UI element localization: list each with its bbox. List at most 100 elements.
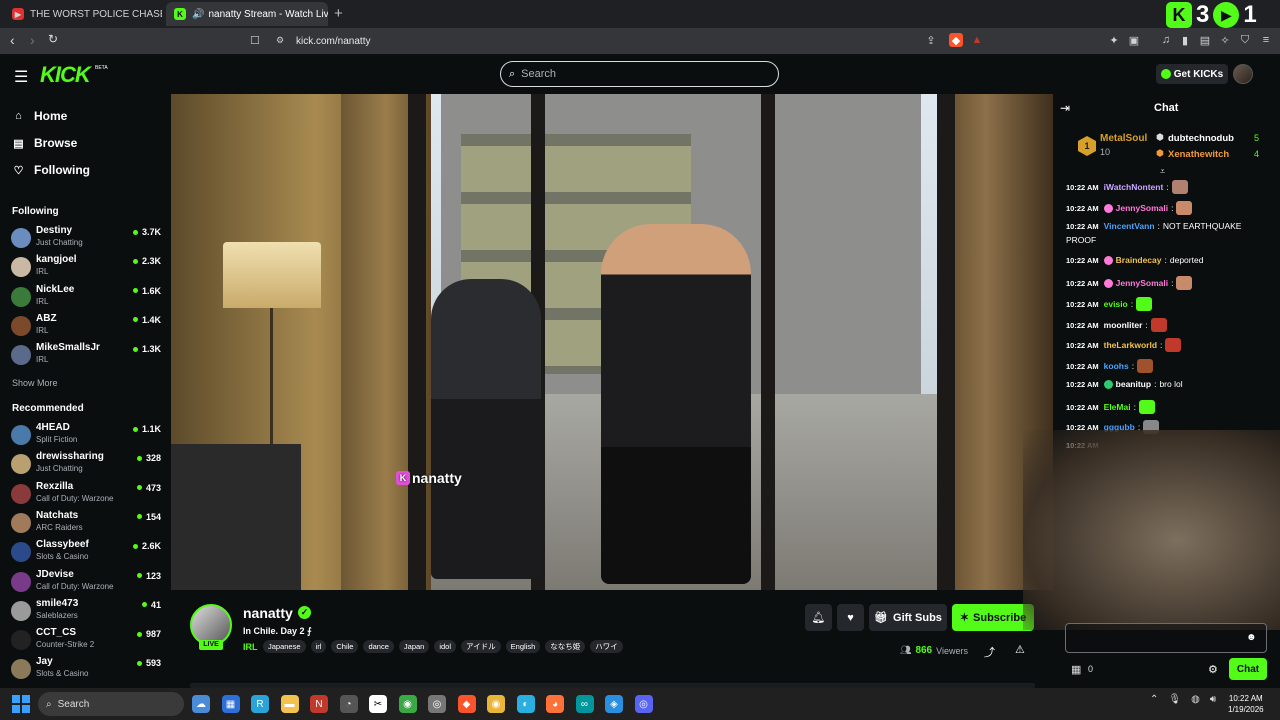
wallet-icon[interactable]: ▤ bbox=[1198, 33, 1212, 47]
stream-category[interactable]: IRL bbox=[243, 642, 258, 652]
network-icon[interactable]: ◍ bbox=[1191, 694, 1200, 705]
address-bar[interactable]: ☐ ⚙ kick.com/nanatty bbox=[242, 30, 990, 52]
stream-tag[interactable]: Chile bbox=[331, 640, 359, 653]
tray-chevron-icon[interactable]: ⌃ bbox=[1150, 694, 1158, 705]
leader-name[interactable]: Xenathewitch bbox=[1168, 149, 1229, 160]
windows-start-icon[interactable] bbox=[12, 695, 30, 713]
chat-username[interactable]: moonliter bbox=[1104, 320, 1143, 330]
follow-button[interactable]: ♥ bbox=[837, 604, 864, 631]
taskbar-clock[interactable]: 10:22 AM 1/19/2026 bbox=[1228, 693, 1264, 715]
get-kicks-button[interactable]: Get KICKs bbox=[1156, 64, 1228, 84]
microphone-icon[interactable]: 🎙︎ bbox=[1168, 694, 1181, 705]
chat-username[interactable]: koohs bbox=[1104, 361, 1129, 371]
streamer-name[interactable]: nanatty bbox=[243, 605, 293, 621]
chat-username[interactable]: JennySomali bbox=[1116, 203, 1168, 213]
bookmark-icon[interactable]: ☐ bbox=[250, 34, 260, 47]
extensions-icon[interactable]: ✦ bbox=[1107, 33, 1121, 47]
clock-app-icon[interactable]: ◔ bbox=[339, 695, 358, 713]
channel-row[interactable]: Destiny Just Chatting 3.7K bbox=[11, 225, 161, 254]
channel-row[interactable]: kangjoel IRL 2.3K bbox=[11, 254, 161, 283]
channel-row[interactable]: NickLee IRL 1.6K bbox=[11, 284, 161, 313]
stream-tag[interactable]: Japan bbox=[398, 640, 430, 653]
chat-input[interactable] bbox=[1065, 623, 1267, 653]
stream-tag[interactable]: idol bbox=[434, 640, 457, 653]
emote-picker-icon[interactable]: ☻ bbox=[1246, 632, 1257, 643]
stream-tag[interactable]: English bbox=[505, 640, 541, 653]
chat-username[interactable]: theLarkworld bbox=[1104, 340, 1157, 350]
chat-username[interactable]: EleMai bbox=[1104, 402, 1131, 412]
capcut-icon[interactable]: ✂ bbox=[369, 695, 387, 713]
folder-icon[interactable]: ▬ bbox=[280, 695, 299, 713]
widgets-icon[interactable]: ☁ bbox=[192, 695, 210, 713]
brave-rewards-icon[interactable]: ▲ bbox=[970, 33, 984, 47]
obs-icon[interactable]: ◎ bbox=[428, 695, 446, 713]
chat-username[interactable]: VincentVann bbox=[1104, 221, 1155, 231]
video-player[interactable] bbox=[171, 94, 1053, 590]
browser-tab-active[interactable]: K 🔊 nanatty Stream - Watch Live o ✕ bbox=[166, 2, 328, 26]
site-info-icon[interactable]: ⚙ bbox=[276, 35, 284, 46]
channel-row[interactable]: Rexzilla Call of Duty: Warzone 473 bbox=[11, 481, 161, 510]
edge-icon[interactable]: ◐ bbox=[516, 695, 535, 713]
chat-username[interactable]: iWatchNontent bbox=[1104, 182, 1164, 192]
chat-username[interactable]: Braindecay bbox=[1116, 255, 1162, 265]
leader-name[interactable]: MetalSoul bbox=[1100, 133, 1147, 144]
volume-icon[interactable]: 🔊︎ bbox=[1210, 694, 1216, 705]
sidebar-icon[interactable]: ▮ bbox=[1178, 33, 1192, 47]
collapse-chat-icon[interactable]: ⇥ bbox=[1060, 101, 1070, 115]
brave-shields-icon[interactable]: ◆ bbox=[949, 33, 963, 47]
report-icon[interactable]: ⚠ bbox=[1015, 643, 1025, 656]
channel-row[interactable]: smile473 Saleblazers 41 bbox=[11, 598, 161, 627]
chat-username[interactable]: evisio bbox=[1104, 299, 1128, 309]
sidebar-nav-home[interactable]: ⌂ Home bbox=[12, 109, 67, 123]
expand-leaderboard-icon[interactable]: ⩡ bbox=[1160, 166, 1165, 177]
channel-row[interactable]: 4HEAD Split Fiction 1.1K bbox=[11, 422, 161, 451]
search-input[interactable]: ⌕ Search bbox=[500, 61, 779, 87]
stream-tag[interactable]: ななち姫 bbox=[545, 640, 586, 653]
chat-send-button[interactable]: Chat bbox=[1229, 658, 1267, 680]
vscode-icon[interactable]: ◈ bbox=[605, 695, 623, 713]
leader-name[interactable]: dubtechnodub bbox=[1168, 133, 1234, 144]
channel-row[interactable]: drewissharing Just Chatting 328 bbox=[11, 451, 161, 480]
stream-tag[interactable]: irl bbox=[310, 640, 327, 653]
channel-row[interactable]: CCT_CS Counter-Strike 2 987 bbox=[11, 627, 161, 656]
stream-tag[interactable]: ハワイ bbox=[590, 640, 623, 653]
channel-row[interactable]: Jay Slots & Casino 593 bbox=[11, 656, 161, 685]
chrome-alt-icon[interactable]: ◉ bbox=[487, 695, 505, 713]
forward-icon[interactable]: › bbox=[30, 32, 35, 48]
chrome-icon[interactable]: ◉ bbox=[398, 695, 417, 713]
screenshot-icon[interactable]: ▣ bbox=[1127, 33, 1141, 47]
discord-icon[interactable]: ◎ bbox=[634, 695, 653, 713]
subscribe-button[interactable]: ✶ Subscribe bbox=[952, 604, 1034, 631]
channel-row[interactable]: ABZ IRL 1.4K bbox=[11, 313, 161, 342]
share-icon[interactable]: ⇪ bbox=[924, 33, 938, 47]
hamburger-menu-icon[interactable]: ☰ bbox=[14, 67, 28, 87]
stream-tag[interactable]: アイドル bbox=[461, 640, 501, 653]
firefox-icon[interactable]: ◕ bbox=[546, 695, 564, 713]
vpn-icon[interactable]: ⛉ bbox=[1238, 33, 1252, 47]
news-icon[interactable]: N bbox=[310, 695, 328, 713]
chat-username[interactable]: JennySomali bbox=[1116, 278, 1168, 288]
leo-ai-icon[interactable]: ✧ bbox=[1218, 33, 1232, 47]
channel-points-icon[interactable]: ▦ bbox=[1071, 663, 1081, 676]
brave-icon[interactable]: ◆ bbox=[457, 695, 476, 713]
back-icon[interactable]: ‹ bbox=[10, 32, 15, 48]
channel-row[interactable]: Natchats ARC Raiders 154 bbox=[11, 510, 161, 539]
people-icon[interactable]: ▦ bbox=[221, 695, 240, 713]
chat-settings-icon[interactable]: ⚙ bbox=[1208, 663, 1218, 676]
reload-icon[interactable]: ↻ bbox=[48, 32, 58, 46]
media-icon[interactable]: ♫ bbox=[1159, 33, 1173, 47]
rider-icon[interactable]: R bbox=[251, 695, 269, 713]
stream-tag[interactable]: dance bbox=[363, 640, 394, 653]
channel-row[interactable]: Classybeef Slots & Casino 2.6K bbox=[11, 539, 161, 568]
show-more-link[interactable]: Show More bbox=[12, 378, 58, 388]
user-avatar[interactable] bbox=[1233, 64, 1253, 84]
sidebar-nav-following[interactable]: ♡ Following bbox=[12, 163, 90, 177]
arduino-icon[interactable]: ∞ bbox=[575, 695, 594, 713]
channel-row[interactable]: JDevise Call of Duty: Warzone 123 bbox=[11, 569, 161, 598]
chat-username[interactable]: beanitup bbox=[1116, 379, 1151, 389]
channel-row[interactable]: MikeSmallsJr IRL 1.3K bbox=[11, 342, 161, 371]
gift-subs-button[interactable]: 🎁︎ Gift Subs bbox=[869, 604, 947, 631]
share-icon[interactable]: ⤴ bbox=[984, 644, 995, 660]
sidebar-nav-browse[interactable]: ▤ Browse bbox=[12, 136, 77, 150]
menu-icon[interactable]: ≡ bbox=[1259, 33, 1273, 47]
